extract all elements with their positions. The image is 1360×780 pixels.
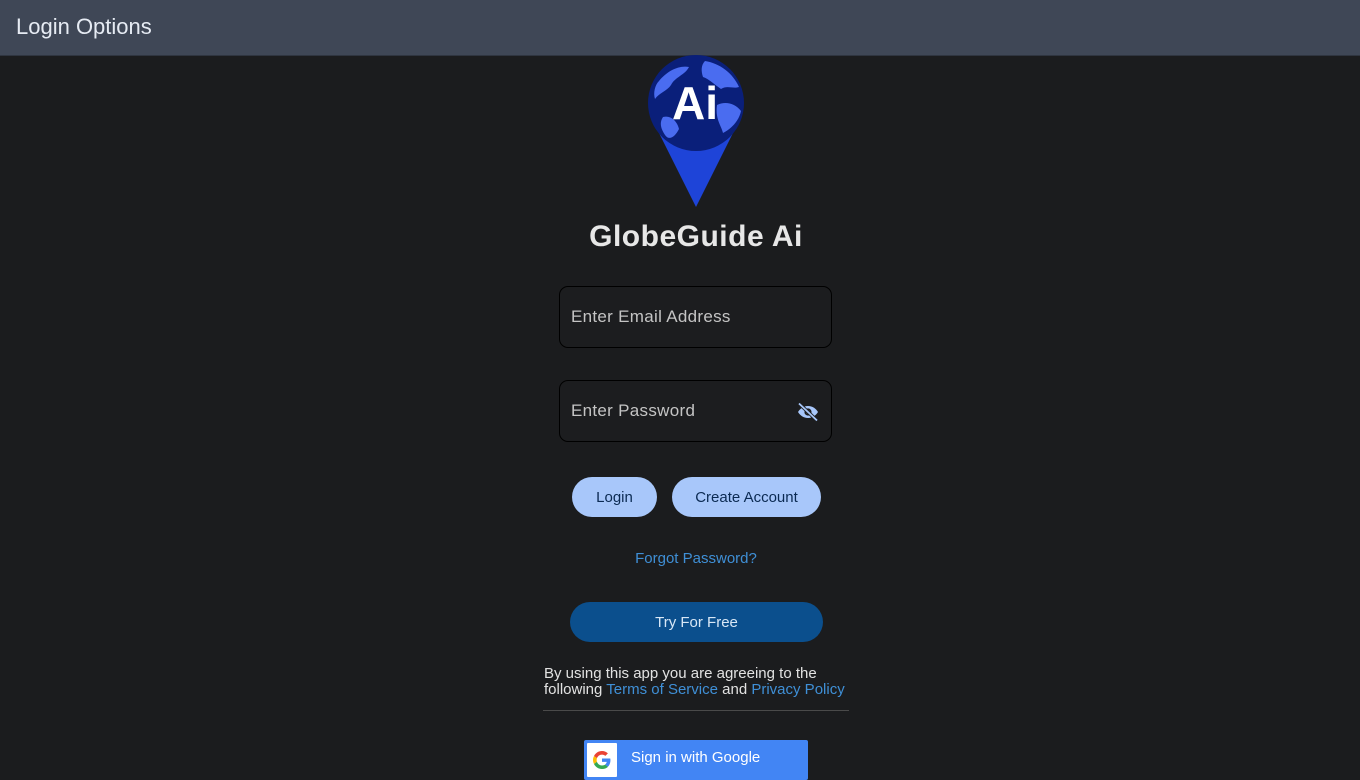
terms-conjunction: and — [717, 681, 752, 698]
globe-location-pin-icon: Ai — [648, 55, 744, 207]
divider — [543, 710, 849, 711]
forgot-password-link[interactable]: Forgot Password? — [0, 550, 1360, 567]
eye-off-icon[interactable] — [795, 400, 821, 424]
password-input[interactable] — [571, 381, 791, 441]
google-g-icon — [587, 743, 617, 777]
password-field[interactable] — [559, 380, 832, 442]
create-account-button[interactable]: Create Account — [672, 477, 821, 517]
top-app-bar: Login Options — [0, 0, 1360, 56]
logo-text: Ai — [672, 77, 718, 129]
privacy-policy-link[interactable]: Privacy Policy — [751, 681, 844, 698]
terms-of-service-link[interactable]: Terms of Service — [606, 681, 718, 698]
google-sign-in-button[interactable]: Sign in with Google — [584, 740, 808, 780]
terms-notice: By using this app you are agreeing to th… — [544, 666, 854, 698]
google-sign-in-label: Sign in with Google — [631, 749, 761, 766]
login-button[interactable]: Login — [572, 477, 657, 517]
email-input[interactable] — [571, 287, 791, 347]
try-for-free-button[interactable]: Try For Free — [570, 602, 823, 642]
app-name: GlobeGuide Ai — [589, 220, 803, 253]
email-field[interactable] — [559, 286, 832, 348]
page-title: Login Options — [16, 14, 152, 39]
